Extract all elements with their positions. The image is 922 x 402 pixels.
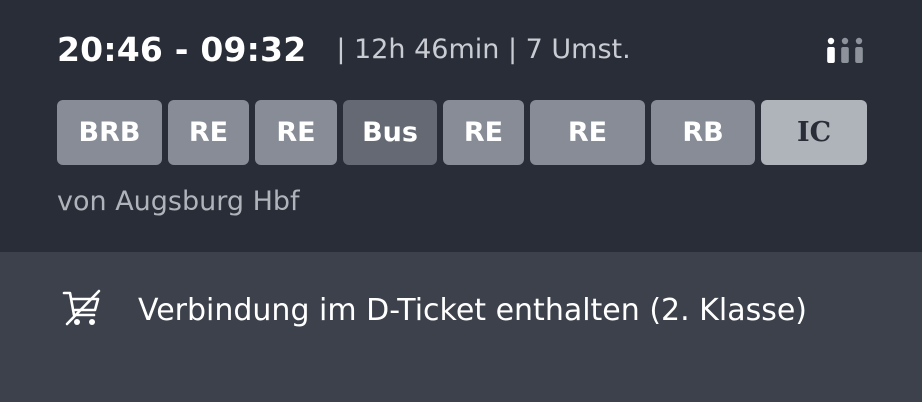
departure-arrival-times: 20:46 - 09:32 (57, 29, 307, 69)
product-chip-bus[interactable]: Bus (343, 100, 437, 165)
product-chip-rb[interactable]: RB (651, 100, 755, 165)
duration-transfers: | 12h 46min | 7 Umst. (336, 33, 631, 65)
connection-card[interactable]: 20:46 - 09:32 | 12h 46min | 7 Umst. BRB … (0, 0, 922, 252)
departure-station: von Augsburg Hbf (57, 186, 300, 217)
occupancy-icon (827, 37, 863, 63)
product-chip-re[interactable]: RE (530, 100, 645, 165)
product-chip-ic[interactable]: IC (761, 100, 867, 165)
product-chip-re[interactable]: RE (443, 100, 524, 165)
product-chip-re[interactable]: RE (255, 100, 337, 165)
d-ticket-info-text: Verbindung im D-Ticket enthalten (2. Kla… (138, 293, 807, 328)
product-chip-brb[interactable]: BRB (57, 100, 162, 165)
time-row: 20:46 - 09:32 | 12h 46min | 7 Umst. (57, 26, 631, 72)
product-chip-re[interactable]: RE (168, 100, 249, 165)
cart-crossed-icon (62, 289, 101, 326)
